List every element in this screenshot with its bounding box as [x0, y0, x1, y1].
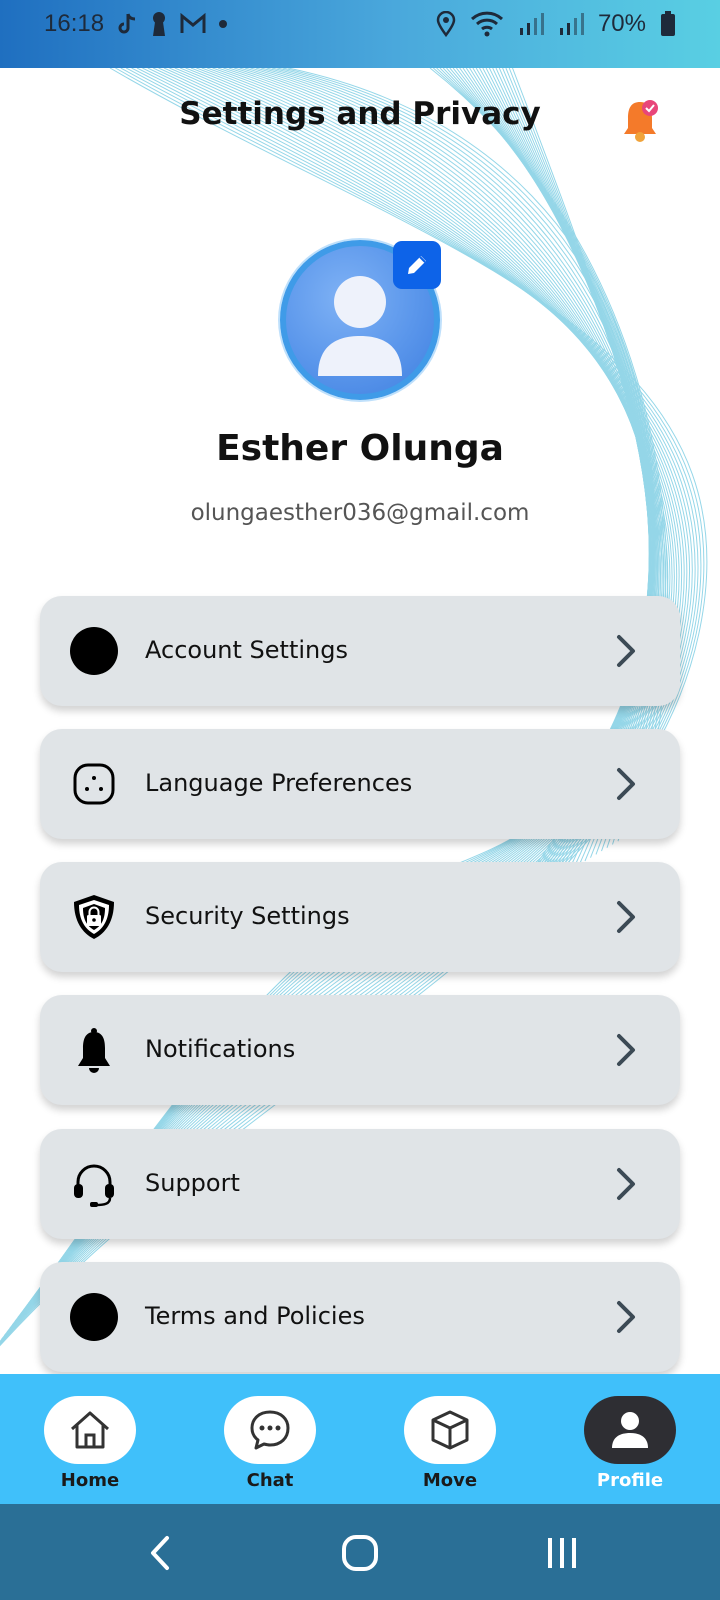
signal-icon	[558, 12, 584, 36]
chevron-right-icon	[617, 1168, 635, 1200]
edit-profile-button[interactable]	[393, 241, 441, 289]
nav-chat-pill	[224, 1396, 316, 1464]
box-icon	[431, 1410, 469, 1450]
wifi-icon	[470, 11, 504, 37]
headset-icon	[74, 1164, 114, 1207]
menu-item-label: Security Settings	[145, 902, 350, 930]
dot-icon	[218, 19, 228, 29]
language-face-icon	[73, 763, 115, 805]
menu-item-label: Terms and Policies	[145, 1302, 365, 1330]
nav-profile-pill	[584, 1396, 676, 1464]
nav-move[interactable]: Move	[404, 1396, 496, 1496]
recents-button[interactable]	[532, 1530, 592, 1576]
chevron-right-icon	[617, 1301, 635, 1333]
keyhole-icon	[150, 11, 168, 37]
nav-chat[interactable]: Chat	[224, 1396, 316, 1496]
user-email: olungaesther036@gmail.com	[190, 500, 530, 526]
black-circle-icon	[70, 627, 118, 675]
pencil-icon	[408, 256, 426, 274]
recents-icon	[548, 1538, 576, 1568]
status-bar: 16:18 70%	[0, 0, 720, 68]
terms-and-policies-item[interactable]: Terms and Policies	[40, 1262, 680, 1372]
battery-icon	[660, 11, 676, 37]
nav-move-label: Move	[422, 1470, 478, 1491]
notifications-item[interactable]: Notifications	[40, 995, 680, 1105]
nav-profile-label: Profile	[596, 1470, 664, 1491]
chevron-right-icon	[617, 635, 635, 667]
home-circle-icon	[342, 1535, 378, 1571]
account-settings-item[interactable]: Account Settings	[40, 596, 680, 706]
gmail-icon	[180, 13, 206, 35]
user-placeholder-icon	[318, 276, 402, 376]
home-system-button[interactable]	[330, 1530, 390, 1576]
system-navigation-bar	[0, 1504, 720, 1600]
chevron-right-icon	[617, 901, 635, 933]
back-button[interactable]	[130, 1530, 190, 1576]
menu-item-label: Support	[145, 1169, 240, 1197]
nav-chat-label: Chat	[246, 1470, 294, 1491]
bell-with-check-badge-icon[interactable]	[620, 96, 660, 144]
security-settings-item[interactable]: Security Settings	[40, 862, 680, 972]
menu-item-label: Language Preferences	[145, 769, 413, 797]
user-name: Esther Olunga	[216, 428, 504, 469]
shield-lock-icon	[74, 895, 114, 939]
signal-icon	[518, 12, 544, 36]
bottom-navigation: Home Chat Move Profile	[0, 1374, 720, 1504]
back-icon	[151, 1536, 169, 1570]
support-item[interactable]: Support	[40, 1129, 680, 1239]
nav-profile[interactable]: Profile	[584, 1396, 676, 1496]
nav-move-pill	[404, 1396, 496, 1464]
battery-percent: 70%	[597, 10, 646, 37]
language-preferences-item[interactable]: Language Preferences	[40, 729, 680, 839]
menu-item-label: Notifications	[145, 1035, 296, 1063]
menu-item-label: Account Settings	[145, 636, 348, 664]
nav-home[interactable]: Home	[44, 1396, 136, 1496]
nav-home-label: Home	[60, 1470, 120, 1491]
bell-icon	[78, 1028, 110, 1073]
nav-home-pill	[44, 1396, 136, 1464]
home-icon	[71, 1411, 109, 1449]
status-time: 16:18	[44, 10, 105, 37]
tiktok-icon	[116, 12, 138, 36]
chat-bubble-icon	[250, 1410, 290, 1450]
chevron-right-icon	[617, 1034, 635, 1066]
chevron-right-icon	[617, 768, 635, 800]
user-icon	[612, 1412, 648, 1448]
location-icon	[436, 11, 456, 37]
page-title: Settings and Privacy	[179, 96, 541, 132]
black-circle-icon	[70, 1293, 118, 1341]
